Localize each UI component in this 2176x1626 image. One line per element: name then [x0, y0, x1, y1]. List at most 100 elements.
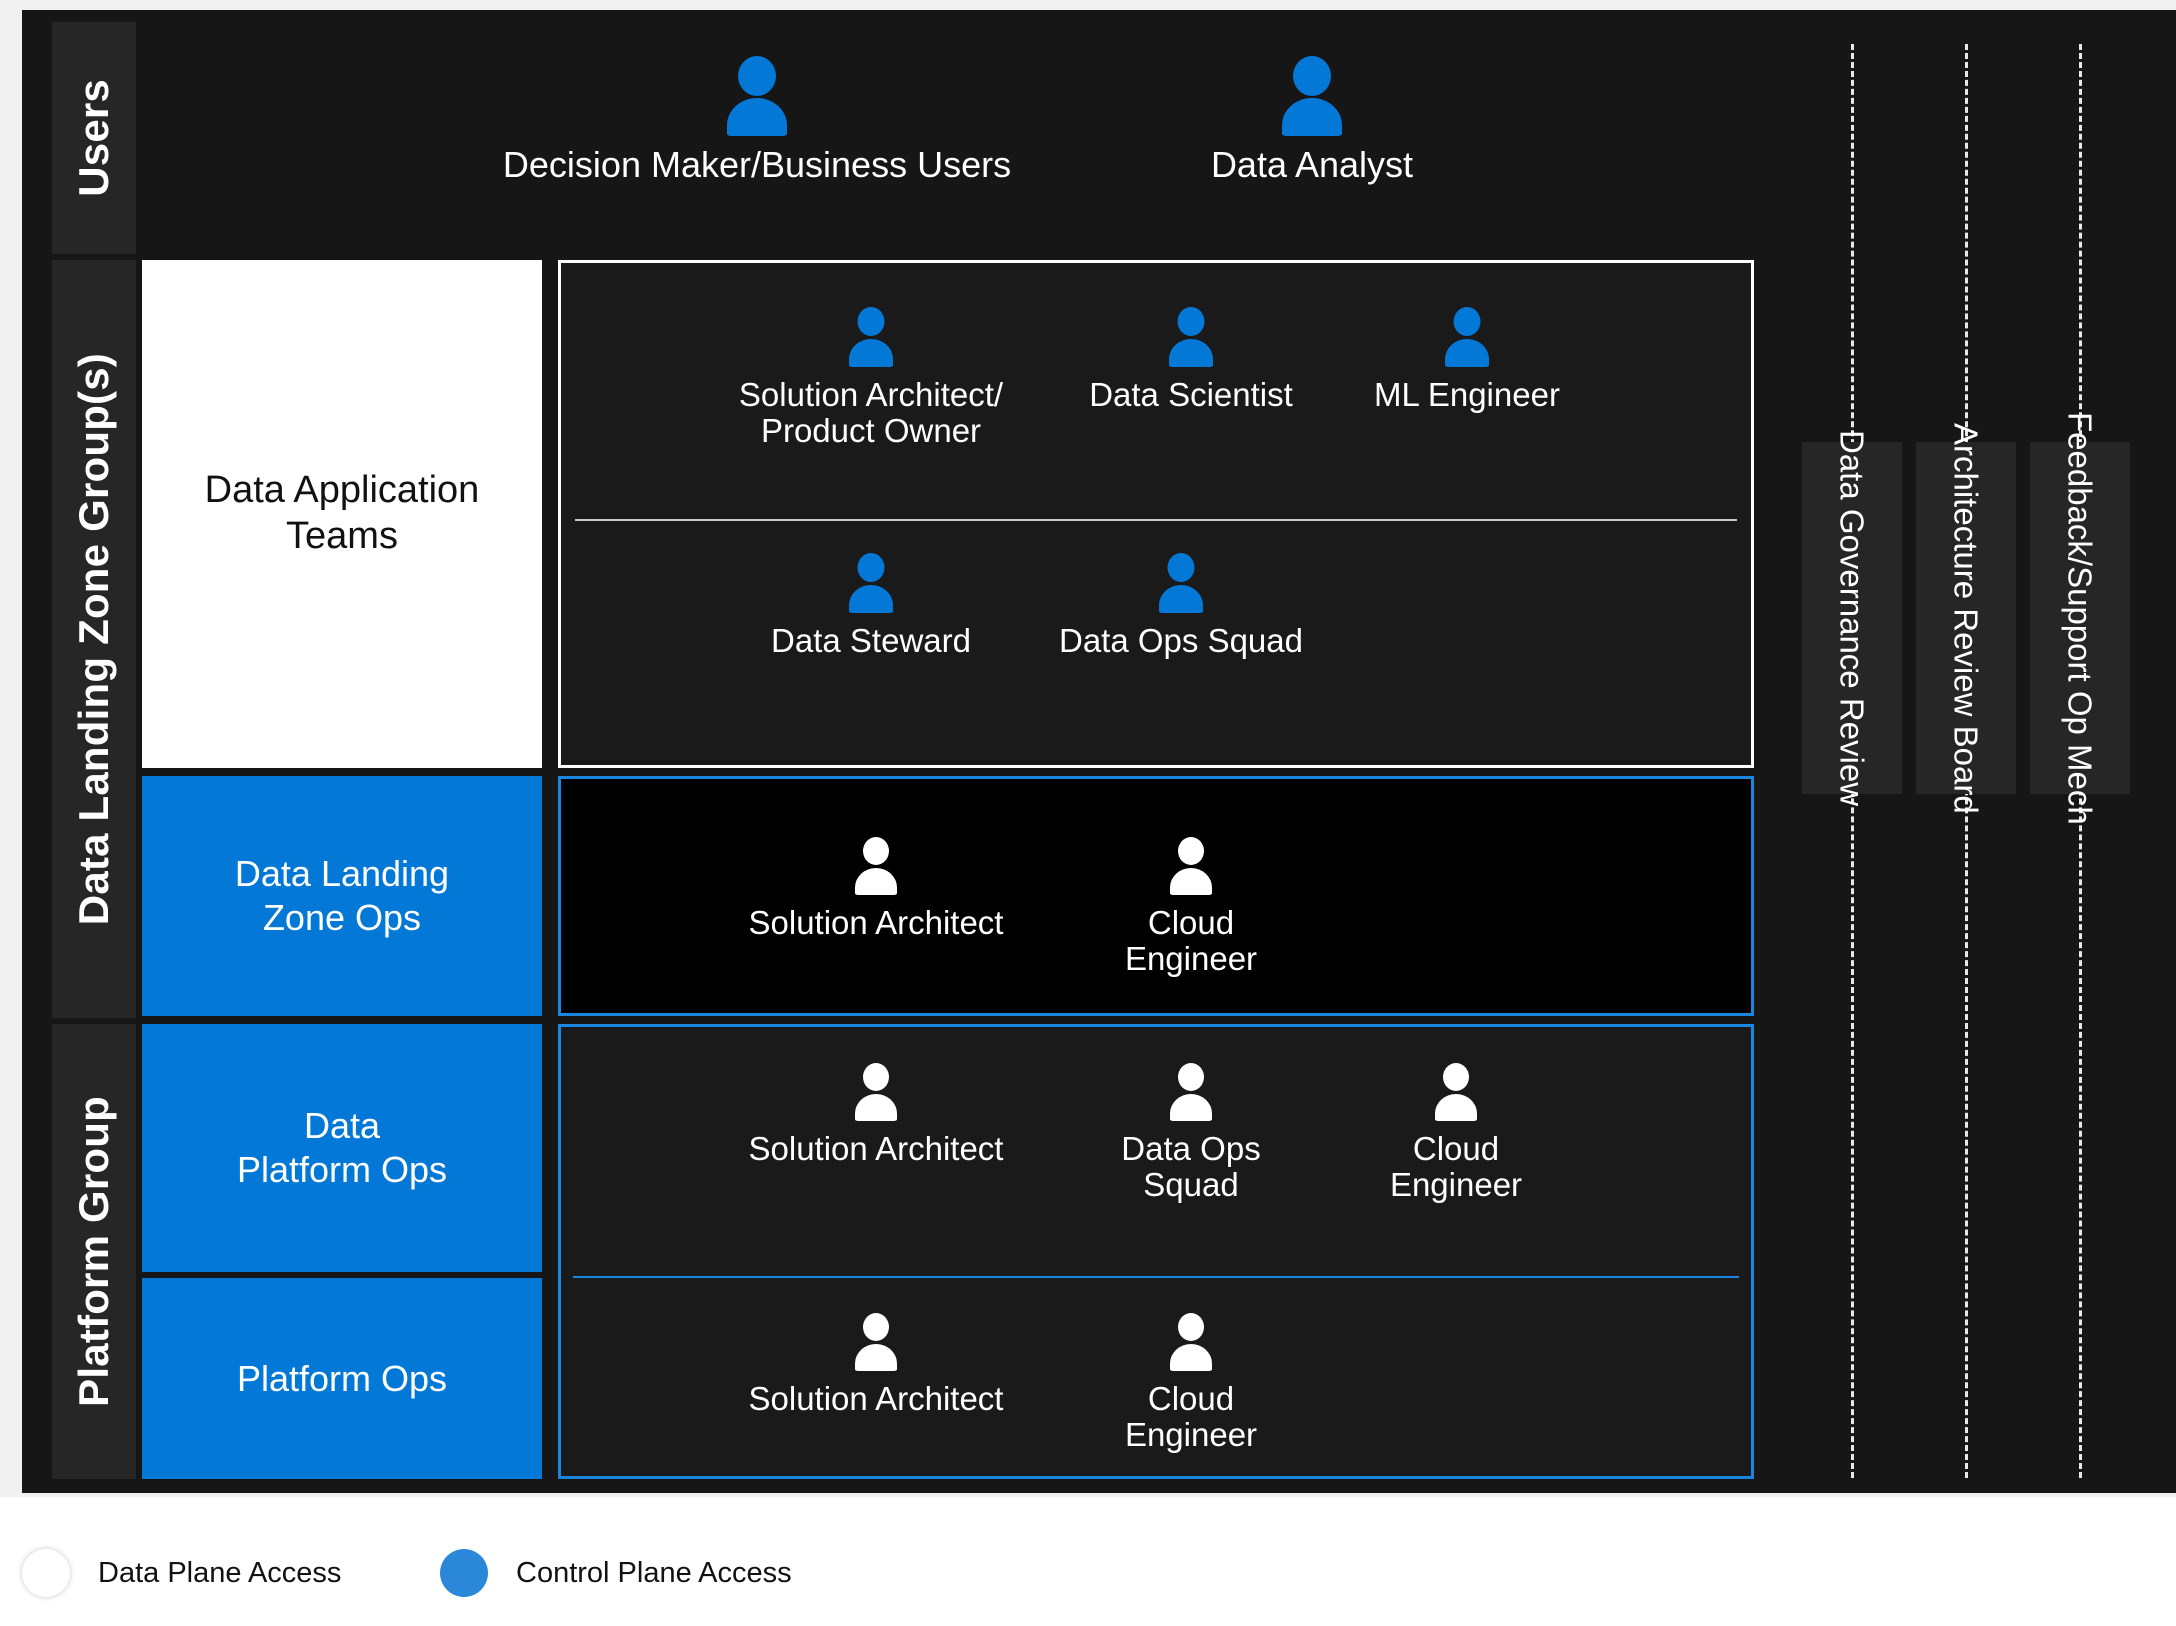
role-label: Solution Architect — [748, 904, 1004, 941]
person-head-shape — [863, 1063, 889, 1091]
person-head-shape — [863, 1313, 889, 1341]
tile-data-landing-zone-ops[interactable]: Data Landing Zone Ops — [142, 776, 542, 1016]
legend-item-label: Data Plane Access — [98, 1556, 342, 1589]
role-solution-architect: Solution Architect — [716, 1063, 1036, 1167]
legend-item-data-plane-access: Data Plane Access — [22, 1549, 341, 1597]
role-cloud-engineer: Cloud Engineer — [1041, 1313, 1341, 1452]
role-label: Data Steward — [771, 622, 971, 659]
tile-platform-ops-label: Platform Ops — [236, 1357, 448, 1399]
panel-data-governance-review-label: Data Governance Review — [1833, 429, 1871, 807]
role-ml-engineer: ML Engineer — [1317, 307, 1617, 413]
tile-platform-ops[interactable]: Platform Ops — [142, 1278, 542, 1479]
role-label: Data Ops Squad — [1059, 622, 1303, 659]
person-head-shape — [857, 307, 885, 336]
role-data-ops-squad: Data Ops Squad — [1041, 1063, 1341, 1202]
person-body-shape — [849, 339, 893, 367]
role-label: Cloud Engineer — [1124, 904, 1258, 977]
person-icon — [1281, 56, 1343, 136]
role-data-ops-squad: Data Ops Squad — [1031, 553, 1331, 659]
person-head-shape — [1178, 1063, 1204, 1091]
panel-feedback-support-op-mech-label: Feedback/Support Op Mech — [2061, 411, 2099, 825]
person-head-shape — [1167, 553, 1195, 582]
person-data-analyst: Data Analyst — [1152, 56, 1472, 185]
person-label: Decision Maker/Business Users — [502, 144, 1012, 185]
role-solution-architect-product-owner: Solution Architect/ Product Owner — [711, 307, 1031, 448]
panel-data-governance-review[interactable]: Data Governance Review — [1802, 430, 1902, 806]
person-icon — [1168, 307, 1214, 367]
person-decision-maker: Decision Maker/Business Users — [487, 56, 1027, 185]
person-body-shape — [1170, 868, 1212, 895]
person-head-shape — [863, 837, 889, 865]
role-label: Cloud Engineer — [1389, 1130, 1523, 1203]
group-label-platform: Platform Group — [52, 1024, 136, 1479]
person-body-shape — [855, 1094, 897, 1121]
group-label-data-landing-zone-text: Data Landing Zone Group(s) — [70, 352, 117, 926]
role-label: Solution Architect — [748, 1130, 1004, 1167]
person-icon — [854, 1063, 898, 1121]
person-icon — [1169, 1313, 1213, 1371]
person-head-shape — [1178, 1313, 1204, 1341]
person-icon — [1169, 1063, 1213, 1121]
person-head-shape — [1177, 307, 1205, 336]
role-data-scientist: Data Scientist — [1041, 307, 1341, 413]
person-label: Data Analyst — [1210, 144, 1414, 185]
role-cloud-engineer: Cloud Engineer — [1306, 1063, 1606, 1202]
legend-swatch-icon — [22, 1549, 70, 1597]
role-label: Data Scientist — [1089, 376, 1293, 413]
person-icon — [1434, 1063, 1478, 1121]
tile-data-platform-ops-label: Data Platform Ops — [236, 1105, 448, 1190]
person-head-shape — [857, 553, 885, 582]
person-icon — [1169, 837, 1213, 895]
panel-architecture-review-board-label: Architecture Review Board — [1947, 422, 1985, 814]
person-icon — [854, 1313, 898, 1371]
tile-data-platform-ops[interactable]: Data Platform Ops — [142, 1024, 542, 1272]
person-body-shape — [849, 585, 893, 613]
role-label: Solution Architect — [748, 1380, 1004, 1417]
person-body-shape — [855, 1344, 897, 1371]
role-label: Data Ops Squad — [1121, 1130, 1261, 1203]
diagram-body: Users Data Landing Zone Group(s) Platfor… — [22, 10, 2176, 1493]
legend-swatch-icon — [440, 1549, 488, 1597]
users-row: Decision Maker/Business Users Data Analy… — [142, 22, 1754, 254]
person-icon — [848, 307, 894, 367]
person-body-shape — [855, 868, 897, 895]
group-label-data-landing-zone: Data Landing Zone Group(s) — [52, 260, 136, 1018]
panel-data-landing-zone-ops-roles: Solution Architect Cloud Engineer — [558, 776, 1754, 1016]
role-label: Cloud Engineer — [1124, 1380, 1258, 1453]
group-label-users: Users — [52, 22, 136, 254]
group-label-platform-text: Platform Group — [70, 1096, 117, 1407]
person-body-shape — [1435, 1094, 1477, 1121]
panel-platform-group-roles: Solution Architect Data Ops Squad Cloud … — [558, 1024, 1754, 1479]
legend-item-label: Control Plane Access — [516, 1556, 792, 1589]
person-icon — [1158, 553, 1204, 613]
person-body-shape — [1445, 339, 1489, 367]
role-data-steward: Data Steward — [721, 553, 1021, 659]
panel-data-application-teams-roles: Solution Architect/ Product Owner Data S… — [558, 260, 1754, 768]
tile-data-application-teams[interactable]: Data Application Teams — [142, 260, 542, 768]
person-body-shape — [727, 98, 787, 136]
role-label: ML Engineer — [1374, 376, 1560, 413]
panel-divider — [573, 1276, 1739, 1278]
person-body-shape — [1159, 585, 1203, 613]
person-icon — [1444, 307, 1490, 367]
person-body-shape — [1169, 339, 1213, 367]
role-label: Solution Architect/ Product Owner — [738, 376, 1004, 449]
legend-item-control-plane-access: Control Plane Access — [440, 1549, 792, 1597]
group-label-users-text: Users — [70, 79, 117, 197]
person-head-shape — [1293, 56, 1331, 96]
role-solution-architect: Solution Architect — [716, 837, 1036, 941]
person-icon — [726, 56, 788, 136]
person-body-shape — [1282, 98, 1342, 136]
person-icon — [848, 553, 894, 613]
panel-divider — [575, 519, 1737, 521]
person-head-shape — [1443, 1063, 1469, 1091]
person-body-shape — [1170, 1094, 1212, 1121]
panel-architecture-review-board[interactable]: Architecture Review Board — [1916, 423, 2016, 813]
tile-data-application-teams-label: Data Application Teams — [204, 469, 480, 557]
person-head-shape — [1178, 837, 1204, 865]
tile-data-landing-zone-ops-label: Data Landing Zone Ops — [234, 853, 450, 938]
person-icon — [854, 837, 898, 895]
person-head-shape — [1453, 307, 1481, 336]
role-cloud-engineer: Cloud Engineer — [1041, 837, 1341, 976]
panel-feedback-support-op-mech[interactable]: Feedback/Support Op Mech — [2030, 412, 2130, 824]
